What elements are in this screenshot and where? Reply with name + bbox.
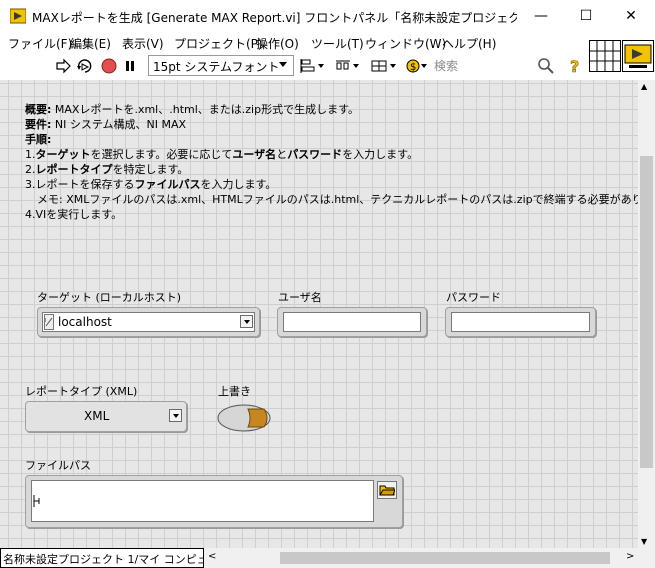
horizontal-scroll-thumb[interactable]: [280, 552, 610, 564]
close-button[interactable]: ✕: [608, 0, 654, 32]
menu-project[interactable]: プロジェクト(P): [174, 35, 263, 52]
chevron-down-icon: [243, 319, 250, 324]
menu-window[interactable]: ウィンドウ(W): [365, 35, 446, 52]
step3-end: を入力します。: [200, 178, 277, 191]
path-cursor-icon: [33, 494, 41, 508]
username-label: ユーザ名: [278, 291, 322, 304]
step1-number: 1.: [25, 148, 36, 161]
requirements-text: NI システム構成、NI MAX: [51, 118, 187, 131]
menu-edit[interactable]: 編集(E): [70, 35, 111, 52]
username-input[interactable]: [283, 312, 421, 332]
font-select-value: 15pt システムフォント: [153, 60, 280, 74]
svg-text:I: I: [45, 318, 46, 324]
step1-and: と: [276, 148, 288, 161]
password-input[interactable]: [451, 312, 590, 332]
requirements-label: 要件:: [25, 118, 52, 131]
resize-icon[interactable]: [370, 57, 398, 75]
scroll-right-icon[interactable]: >: [626, 551, 634, 562]
overview-text: MAXレポートを.xml、.html、または.zip形式で生成します。: [51, 103, 359, 116]
vertical-scroll-thumb[interactable]: [640, 156, 653, 468]
search-icon[interactable]: [537, 57, 555, 75]
target-value: localhost: [58, 315, 112, 329]
filepath-label: ファイルパス: [25, 459, 91, 472]
description-overview: 概要: MAXレポートを.xml、.html、または.zip形式で生成します。: [25, 102, 359, 117]
description-steps-heading: 手順:: [25, 132, 51, 147]
chevron-down-icon: [172, 413, 179, 418]
vi-icon[interactable]: [622, 40, 654, 72]
folder-icon: [379, 485, 395, 496]
step1-text: を選択します。必要に応じて: [90, 148, 233, 161]
step1-end: を入力します。: [342, 148, 419, 161]
window-title: MAXレポートを生成 [Generate MAX Report.vi] フロント…: [32, 11, 517, 25]
description-step-2: 2.レポートタイプを特定します。: [25, 162, 188, 177]
report-type-label: レポートタイプ (XML): [25, 385, 138, 398]
maximize-button[interactable]: ☐: [563, 0, 609, 32]
step3-text: 3.レポートを保存する: [25, 178, 135, 191]
menu-file[interactable]: ファイル(F): [8, 35, 72, 52]
step2-number: 2.: [25, 163, 36, 176]
pause-icon[interactable]: [121, 57, 139, 75]
scroll-left-icon[interactable]: <: [208, 551, 216, 562]
font-select[interactable]: 15pt システムフォント: [148, 55, 294, 76]
description-memo: メモ: XMLファイルのパスは.xml、HTMLファイルのパスは.html、テク…: [37, 193, 655, 206]
step3-file-path: ファイルパス: [134, 178, 201, 191]
step1-username: ユーザ名: [232, 148, 277, 161]
minimize-button[interactable]: —: [518, 0, 564, 32]
menu-tools[interactable]: ツール(T): [311, 35, 364, 52]
context-status: 名称未設定プロジェクト 1/マイ コンピュータ: [0, 548, 204, 568]
report-type-value: XML: [84, 409, 110, 423]
description-step-3: 3.レポートを保存するファイルパスを入力します。: [25, 177, 276, 192]
step2-report-type: レポートタイプ: [35, 163, 113, 176]
scroll-corner: [638, 548, 655, 568]
password-label: パスワード: [446, 291, 501, 304]
description-step-1: 1.ターゲットを選択します。必要に応じてユーザ名とパスワードを入力します。: [25, 147, 418, 162]
chevron-down-icon: [279, 62, 287, 67]
step1-password: パスワード: [287, 148, 343, 161]
align-icon[interactable]: [300, 57, 326, 75]
target-label: ターゲット (ローカルホスト): [37, 291, 182, 304]
menu-view[interactable]: 表示(V): [122, 35, 164, 52]
connector-pane-icon[interactable]: [589, 40, 621, 72]
svg-text:$: $: [410, 62, 416, 73]
run-arrow-icon[interactable]: [54, 57, 72, 75]
overwrite-toggle[interactable]: [217, 403, 272, 433]
filepath-input[interactable]: [31, 480, 374, 522]
labview-app-icon: [9, 8, 27, 24]
browse-button[interactable]: [377, 481, 397, 499]
distribute-icon[interactable]: [335, 57, 361, 75]
description-step-4: 4.VIを実行します。: [25, 208, 123, 221]
steps-label: 手順:: [25, 133, 52, 146]
svg-text:?: ?: [570, 57, 579, 75]
menu-operate[interactable]: 操作(O): [256, 35, 299, 52]
scroll-down-icon[interactable]: ▼: [641, 537, 647, 546]
context-help-icon[interactable]: ?: [566, 57, 584, 75]
overwrite-label: 上書き: [218, 385, 251, 398]
scroll-up-icon[interactable]: ▲: [641, 82, 647, 91]
description-requirements: 要件: NI システム構成、NI MAX: [25, 117, 186, 132]
step1-target: ターゲット: [35, 148, 91, 161]
menu-help[interactable]: ヘルプ(H): [442, 35, 496, 52]
target-dropdown-button[interactable]: [240, 315, 253, 328]
reorder-icon[interactable]: $: [406, 57, 428, 75]
io-name-icon: I: [44, 314, 54, 330]
step2-text: を特定します。: [112, 163, 189, 176]
overview-label: 概要:: [25, 103, 52, 116]
report-type-dropdown-button[interactable]: [169, 409, 182, 422]
abort-icon[interactable]: [100, 57, 118, 75]
run-continuously-icon[interactable]: [76, 57, 94, 75]
